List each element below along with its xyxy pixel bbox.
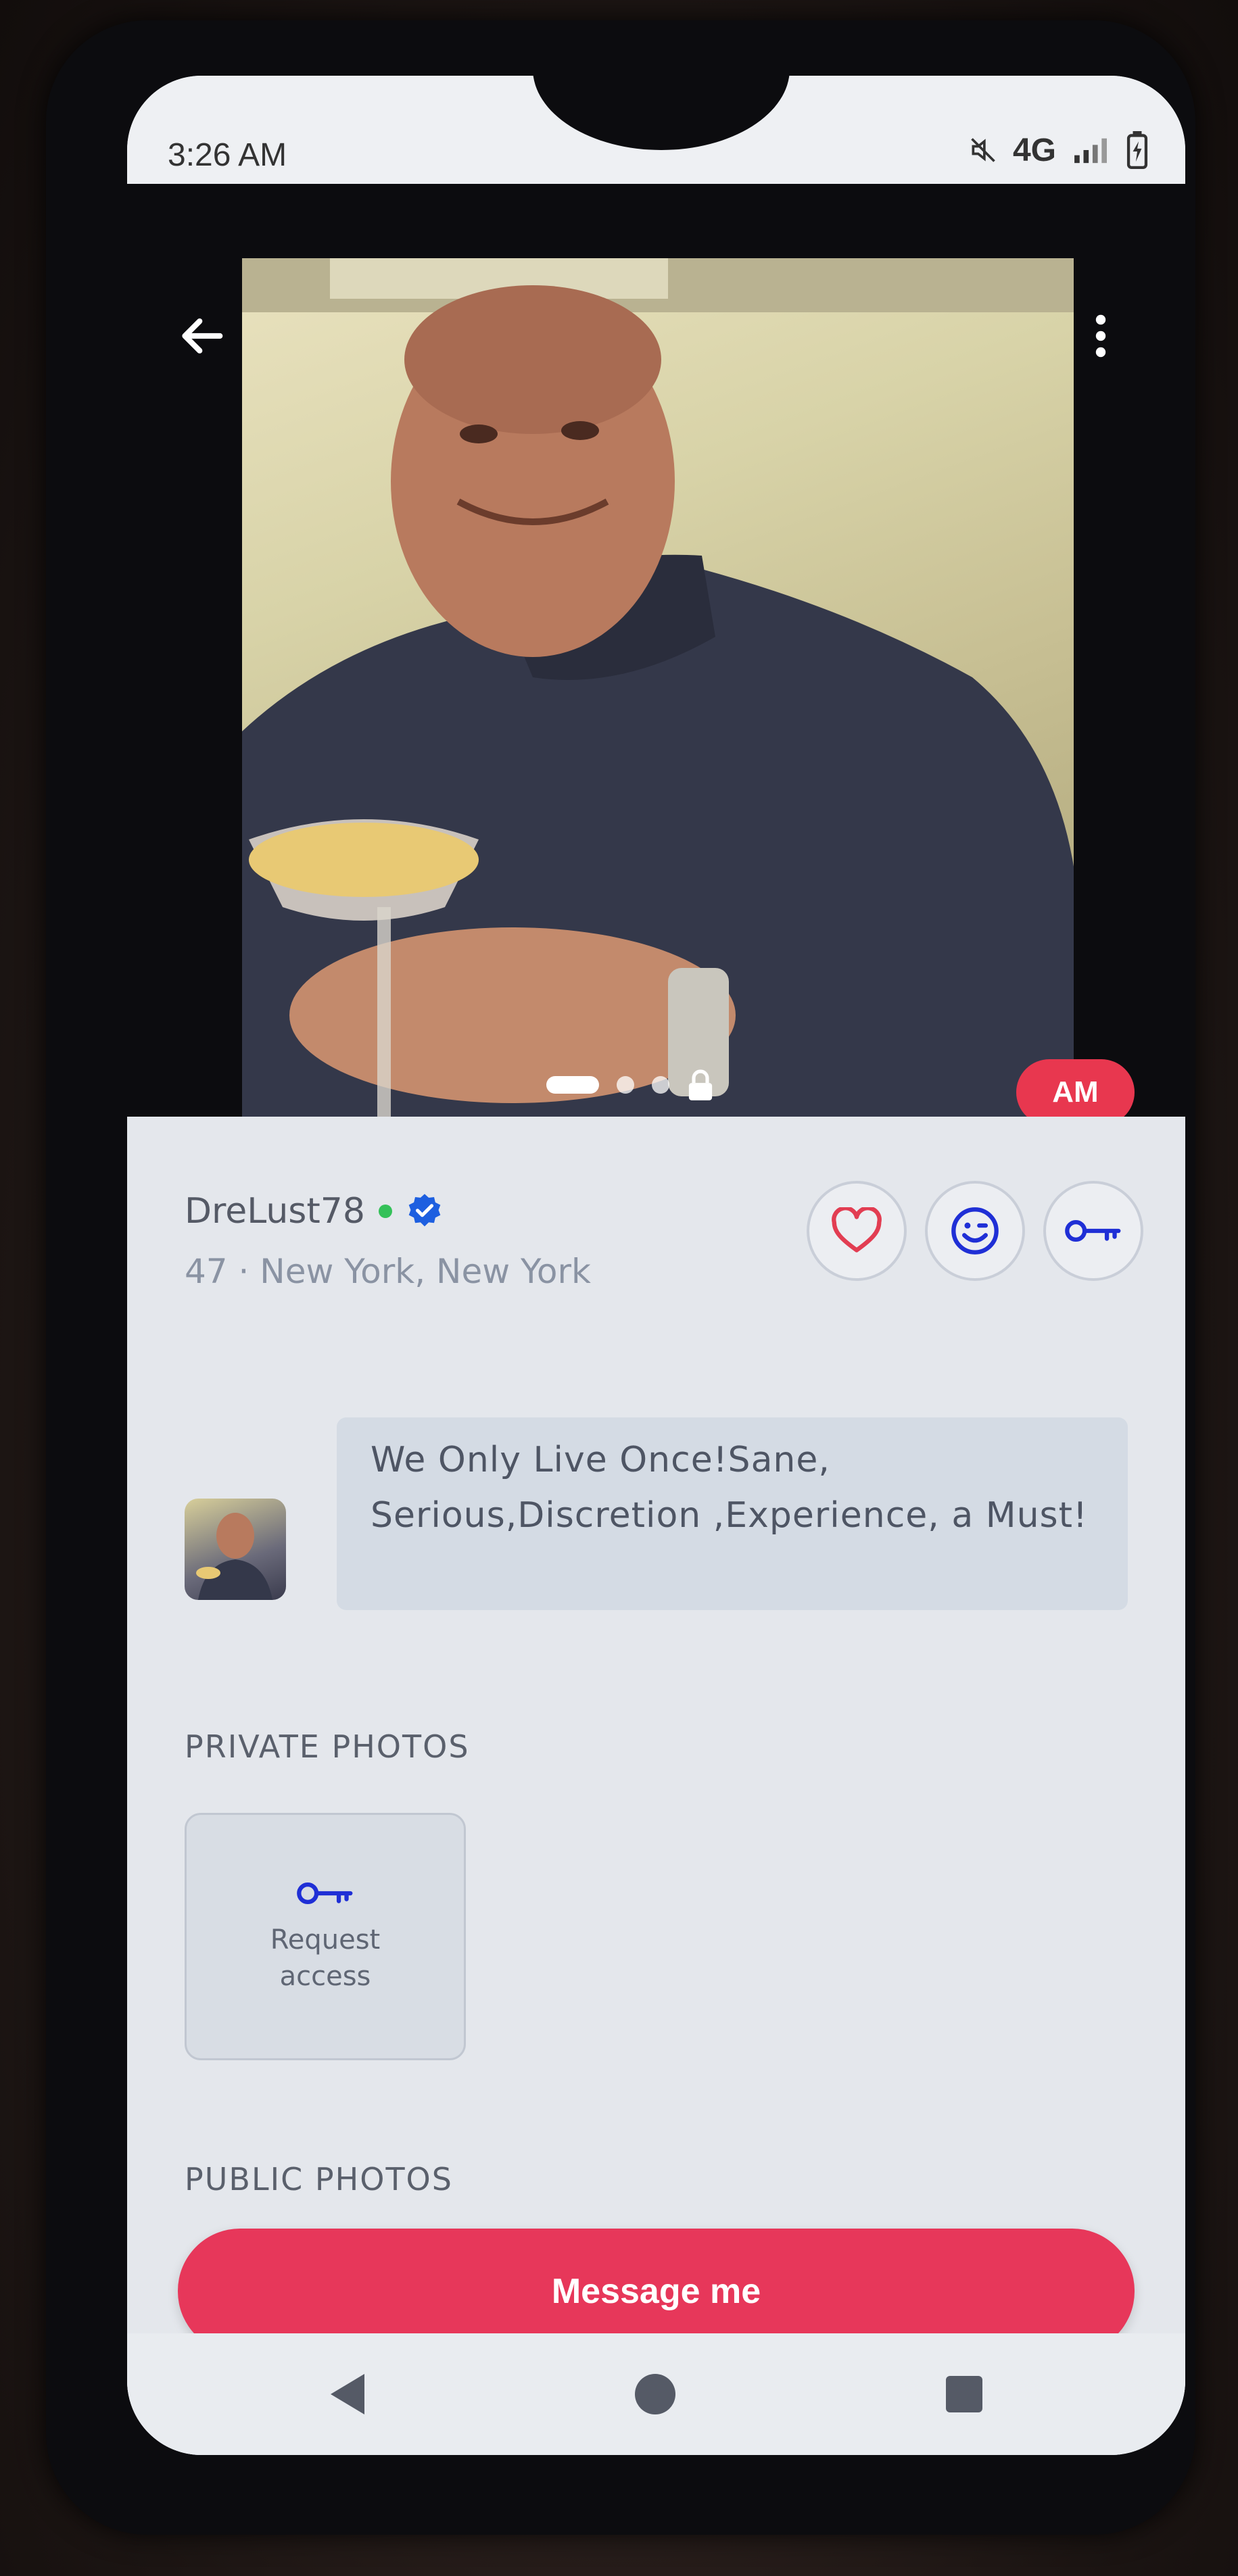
- profile-content: DreLust78 47 · New York, New York We Onl…: [127, 1117, 1185, 2455]
- status-icons: 4G: [968, 131, 1148, 169]
- phone-frame: 3:26 AM 4G AM DreLust78 47 · New York, N…: [46, 20, 1195, 2535]
- arrow-left-icon: [182, 318, 223, 354]
- like-button[interactable]: [807, 1181, 907, 1281]
- more-vertical-icon: [1095, 314, 1106, 358]
- request-access-label: Request access: [270, 1924, 381, 1992]
- carousel-dot[interactable]: [617, 1076, 634, 1094]
- am-badge: AM: [1016, 1059, 1135, 1125]
- network-type: 4G: [1012, 132, 1056, 168]
- age-location: 47 · New York, New York: [185, 1252, 592, 1291]
- bio-avatar[interactable]: [185, 1499, 286, 1600]
- key-button[interactable]: [1043, 1181, 1143, 1281]
- signal-icon: [1074, 138, 1107, 164]
- battery-icon: [1126, 131, 1148, 169]
- phone-screen: 3:26 AM 4G AM DreLust78 47 · New York, N…: [127, 76, 1185, 2455]
- verified-badge-icon: [408, 1194, 441, 1227]
- carousel-dot-active[interactable]: [546, 1076, 599, 1094]
- wink-face-icon: [951, 1207, 999, 1255]
- back-button[interactable]: [171, 306, 232, 366]
- wink-button[interactable]: [925, 1181, 1025, 1281]
- more-options-button[interactable]: [1074, 306, 1128, 366]
- username-row: DreLust78: [185, 1191, 444, 1232]
- profile-photo-illustration: [242, 258, 1074, 1184]
- camera-notch: [533, 76, 790, 150]
- avatar-illustration: [196, 1513, 272, 1600]
- profile-photo[interactable]: [242, 258, 1074, 1184]
- username: DreLust78: [185, 1191, 365, 1232]
- mute-icon: [971, 138, 995, 162]
- nav-home-icon[interactable]: [634, 2374, 675, 2414]
- status-bar: 3:26 AM 4G: [127, 76, 1185, 184]
- online-status-dot: [378, 1205, 392, 1218]
- public-photos-title: PUBLIC PHOTOS: [185, 2161, 453, 2197]
- key-icon: [1065, 1219, 1121, 1242]
- nav-back-icon[interactable]: [330, 2374, 364, 2414]
- nav-recents-icon[interactable]: [945, 2376, 982, 2412]
- system-nav-bar: [127, 2333, 1185, 2455]
- key-icon: [297, 1882, 353, 1905]
- private-photos-title: PRIVATE PHOTOS: [185, 1728, 470, 1765]
- carousel-indicator: [546, 1069, 714, 1100]
- request-access-button[interactable]: Request access: [185, 1813, 466, 2060]
- lock-icon: [688, 1069, 713, 1100]
- heart-icon: [832, 1207, 882, 1253]
- profile-photo-carousel[interactable]: AM: [127, 184, 1185, 1184]
- status-time: 3:26 AM: [168, 137, 287, 173]
- bio-text: We Only Live Once!Sane, Serious,Discreti…: [337, 1417, 1128, 1610]
- carousel-dot[interactable]: [652, 1076, 669, 1094]
